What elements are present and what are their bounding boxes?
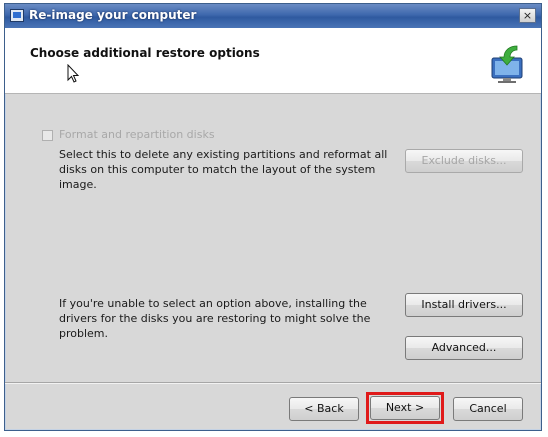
- close-button[interactable]: ×: [519, 8, 536, 23]
- format-disks-checkbox[interactable]: [42, 130, 53, 141]
- drivers-description: If you're unable to select an option abo…: [59, 297, 371, 340]
- mouse-cursor-icon: [67, 64, 80, 83]
- window-title: Re-image your computer: [29, 8, 197, 22]
- footer-divider: [5, 382, 541, 383]
- app-icon: [10, 9, 24, 22]
- title-bar[interactable]: Re-image your computer ×: [5, 4, 541, 28]
- header-panel: Choose additional restore options: [5, 28, 541, 94]
- install-drivers-button[interactable]: Install drivers...: [405, 293, 523, 317]
- page-title: Choose additional restore options: [30, 46, 260, 60]
- next-button-highlight: [366, 392, 444, 424]
- format-description: Select this to delete any existing parti…: [59, 148, 388, 191]
- advanced-button[interactable]: Advanced...: [405, 336, 523, 360]
- options-area: Format and repartition disks Select this…: [5, 94, 541, 384]
- restore-computer-icon: [491, 45, 523, 83]
- format-disks-label: Format and repartition disks: [59, 128, 215, 141]
- back-button[interactable]: < Back: [289, 397, 359, 421]
- exclude-disks-button[interactable]: Exclude disks...: [405, 149, 523, 173]
- cancel-button[interactable]: Cancel: [453, 397, 523, 421]
- dialog-window: Re-image your computer × Choose addition…: [4, 3, 542, 431]
